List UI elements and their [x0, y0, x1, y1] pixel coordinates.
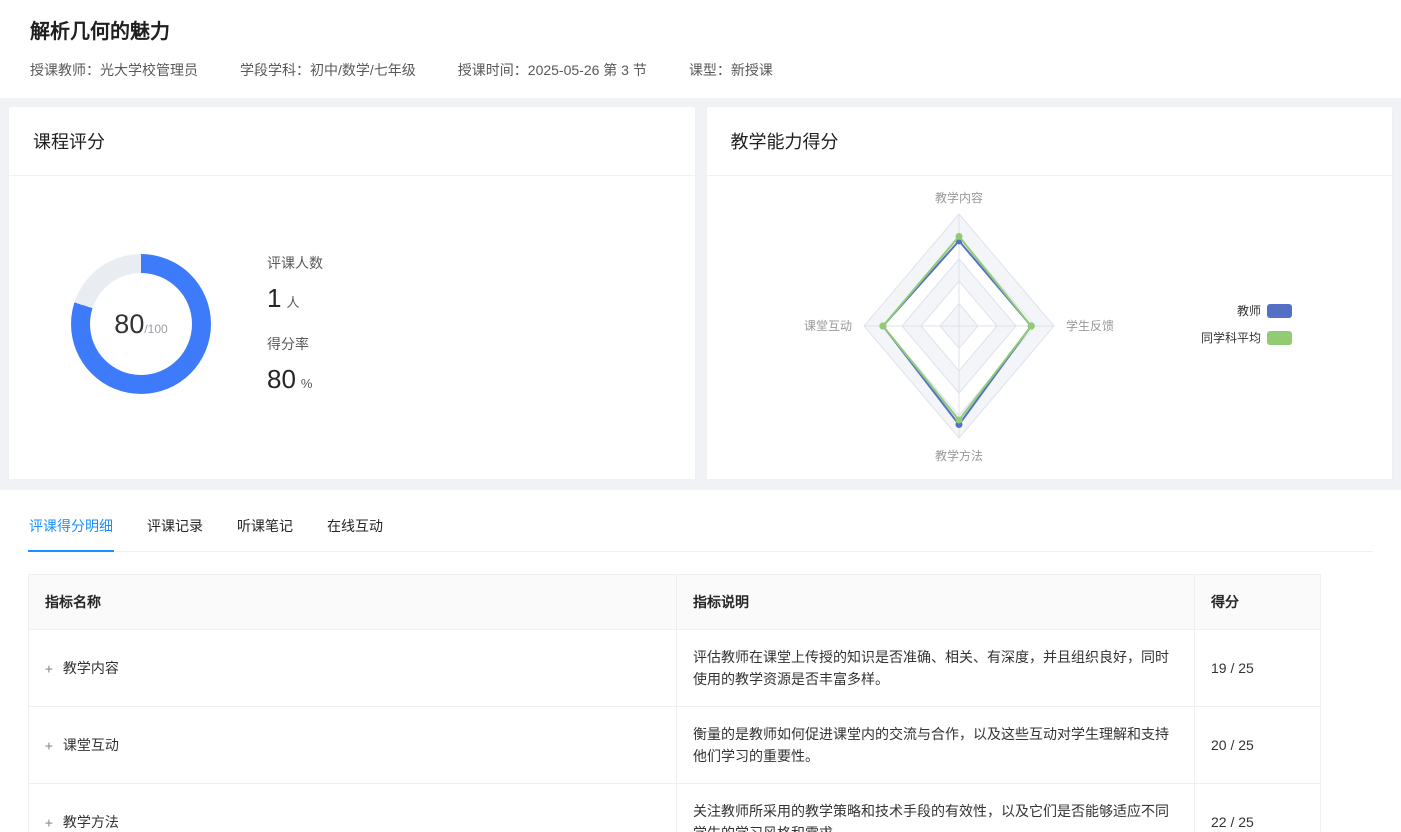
table-row: + 教学方法 关注教师所采用的教学策略和技术手段的有效性，以及它们是否能够适应不同学…	[29, 784, 1321, 832]
course-score-card-body: 80/100 评课人数 1人得分率 80%	[9, 176, 695, 472]
radar-axis-label: 学生反馈	[1066, 318, 1114, 333]
score-detail-table: 指标名称 指标说明 得分 + 教学内容 评估教师在课堂上传授的知识是否准确、相关、有…	[28, 574, 1321, 832]
column-header-indicator-name: 指标名称	[29, 575, 677, 630]
stat-unit: 人	[286, 295, 299, 310]
indicator-score: 22 / 25	[1195, 784, 1321, 832]
indicator-name: 教学方法	[63, 814, 119, 830]
meta-label: 授课教师：	[30, 62, 100, 78]
legend-item[interactable]: 教师	[1237, 302, 1292, 319]
expand-icon[interactable]: +	[45, 739, 53, 754]
tab-item-0[interactable]: 评课得分明细	[28, 502, 114, 552]
stat-unit: %	[301, 376, 313, 391]
course-score-card-title: 课程评分	[9, 107, 695, 176]
stat-block: 得分率 80%	[267, 334, 323, 395]
radar-axis-label: 教学内容	[934, 190, 982, 205]
meta-value: 光大学校管理员	[100, 62, 198, 78]
tab-bar: 评课得分明细评课记录听课笔记在线互动	[28, 502, 1373, 552]
teaching-ability-card-title: 教学能力得分	[707, 107, 1393, 176]
score-stats: 评课人数 1人得分率 80%	[267, 253, 323, 395]
teaching-ability-card: 教学能力得分 教学内容学生反馈教学方法 课堂互动 教师同学科平均	[706, 106, 1394, 480]
column-header-score: 得分	[1195, 575, 1321, 630]
legend-marker	[1267, 304, 1292, 318]
meta-value: 2025-05-26 第 3 节	[528, 62, 647, 78]
meta-item: 学段学科：初中/数学/七年级	[240, 60, 416, 80]
table-row: + 教学内容 评估教师在课堂上传授的知识是否准确、相关、有深度，并且组织良好，同时使…	[29, 630, 1321, 707]
course-meta-row: 授课教师：光大学校管理员 学段学科：初中/数学/七年级 授课时间：2025-05-2…	[30, 60, 1371, 80]
indicator-score: 20 / 25	[1195, 707, 1321, 784]
donut-chart: 80/100	[71, 254, 211, 394]
meta-label: 授课时间：	[458, 62, 528, 78]
tab-item-1[interactable]: 评课记录	[146, 502, 204, 551]
stat-label: 评课人数	[267, 253, 323, 273]
stat-value-row: 1人	[267, 283, 323, 314]
column-header-indicator-desc: 指标说明	[677, 575, 1195, 630]
stat-value-row: 80%	[267, 364, 323, 395]
radar-axis-label: 课堂互动	[803, 319, 851, 333]
indicator-desc: 衡量的是教师如何促进课堂内的交流与合作，以及这些互动对学生理解和支持他们学习的重…	[677, 707, 1195, 784]
meta-item: 课型：新授课	[689, 60, 773, 80]
indicator-name-cell: + 教学方法	[29, 784, 677, 832]
indicator-name-cell: + 教学内容	[29, 630, 677, 707]
indicator-name-cell: + 课堂互动	[29, 707, 677, 784]
donut-center: 80/100	[90, 273, 192, 375]
indicator-score: 19 / 25	[1195, 630, 1321, 707]
meta-value: 初中/数学/七年级	[310, 62, 416, 78]
legend-item[interactable]: 同学科平均	[1201, 329, 1292, 346]
course-score-card: 课程评分 80/100 评课人数 1人得分率 80%	[8, 106, 696, 480]
radar-axis-label: 教学方法	[934, 448, 982, 463]
indicator-name: 教学内容	[63, 660, 119, 676]
meta-item: 授课教师：光大学校管理员	[30, 60, 198, 80]
page-header: 解析几何的魅力 授课教师：光大学校管理员 学段学科：初中/数学/七年级 授课时间：2…	[0, 0, 1401, 98]
table-header-row: 指标名称 指标说明 得分	[29, 575, 1321, 630]
stat-label: 得分率	[267, 334, 323, 354]
donut-score-max: /100	[144, 322, 167, 336]
teaching-ability-card-body: 教学内容学生反馈教学方法 课堂互动 教师同学科平均	[707, 176, 1393, 472]
meta-label: 学段学科：	[240, 62, 310, 78]
radar-chart: 教学内容学生反馈教学方法 课堂互动	[719, 176, 1199, 472]
meta-label: 课型：	[689, 62, 731, 78]
table-row: + 课堂互动 衡量的是教师如何促进课堂内的交流与合作，以及这些互动对学生理解和支持他…	[29, 707, 1321, 784]
legend-label: 教师	[1237, 302, 1261, 319]
stat-value: 1	[267, 283, 281, 313]
page-title: 解析几何的魅力	[30, 15, 1371, 44]
indicator-desc: 评估教师在课堂上传授的知识是否准确、相关、有深度，并且组织良好，同时使用的教学资…	[677, 630, 1195, 707]
legend-marker	[1267, 331, 1292, 345]
donut-score-value: 80	[114, 309, 144, 340]
detail-panel: 评课得分明细评课记录听课笔记在线互动 指标名称 指标说明 得分 + 教学内容 评估教…	[0, 490, 1401, 832]
radar-legend: 教师同学科平均	[1201, 302, 1292, 346]
indicator-name: 课堂互动	[63, 737, 119, 753]
stat-block: 评课人数 1人	[267, 253, 323, 314]
tab-item-3[interactable]: 在线互动	[326, 502, 384, 551]
meta-item: 授课时间：2025-05-26 第 3 节	[458, 60, 647, 80]
expand-icon[interactable]: +	[45, 662, 53, 677]
tab-item-2[interactable]: 听课笔记	[236, 502, 294, 551]
meta-value: 新授课	[731, 62, 773, 78]
expand-icon[interactable]: +	[45, 816, 53, 831]
stat-value: 80	[267, 364, 296, 394]
cards-row: 课程评分 80/100 评课人数 1人得分率 80% 教学能力得分 教学内容学生反馈…	[8, 106, 1393, 480]
indicator-desc: 关注教师所采用的教学策略和技术手段的有效性，以及它们是否能够适应不同学生的学习风…	[677, 784, 1195, 832]
legend-label: 同学科平均	[1201, 329, 1261, 346]
